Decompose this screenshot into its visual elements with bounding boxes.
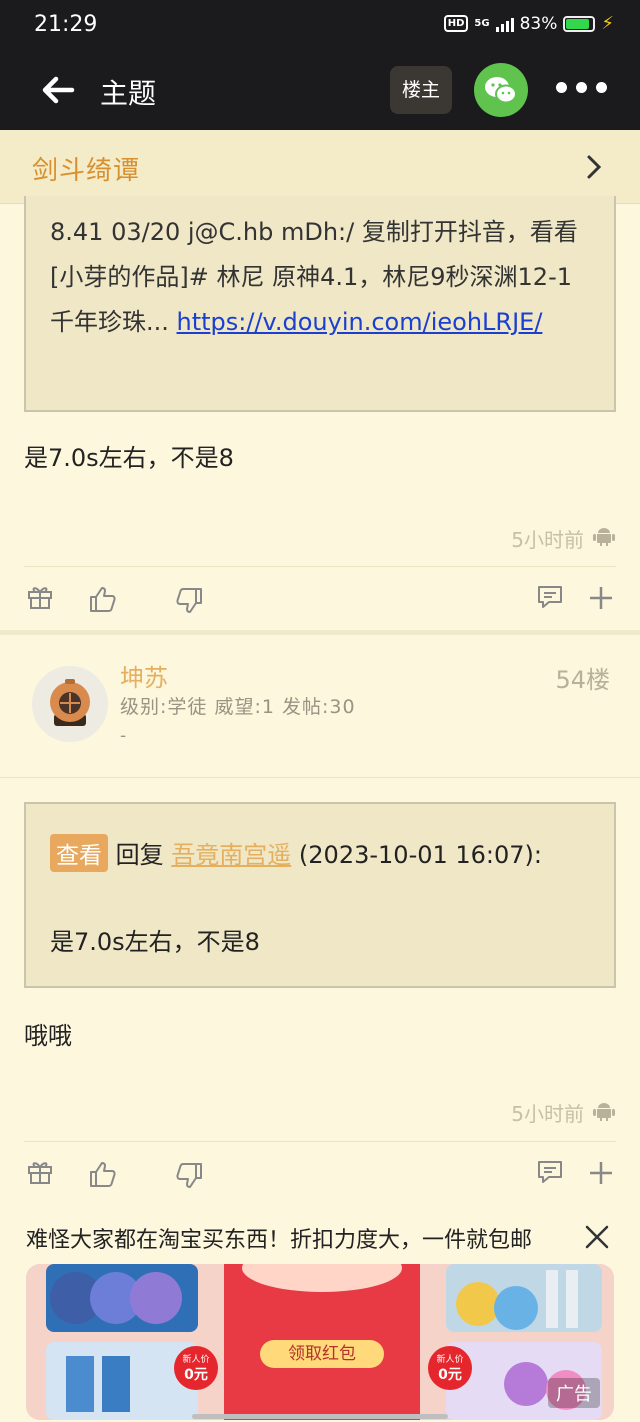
thumbs-up-icon[interactable] — [88, 1159, 118, 1189]
quote-reply-label: 回复 — [115, 841, 164, 869]
post-time: 5小时前 — [511, 1102, 584, 1126]
view-tag-button[interactable]: 查看 — [50, 834, 108, 872]
ad-image[interactable]: 领取红包 新人价 0元 新人价 0元 广告 — [26, 1264, 614, 1420]
quoted-user-link[interactable]: 吾竟南宫遥 — [171, 841, 291, 869]
username[interactable]: 坤苏 — [120, 658, 168, 693]
ad-claim-button[interactable]: 领取红包 — [260, 1340, 384, 1368]
back-arrow-icon[interactable] — [38, 70, 78, 110]
avatar[interactable] — [32, 666, 108, 742]
only-op-button[interactable]: 楼主 — [390, 66, 452, 114]
more-options-icon[interactable] — [556, 82, 607, 93]
user-meta: 级别:学徒 威望:1 发帖:30 — [120, 696, 356, 718]
douyin-link[interactable]: https://v.douyin.com/ieohLRJE/ — [177, 308, 543, 336]
post-body: 哦哦 — [24, 1022, 72, 1050]
quote-header: 查看 回复 吾竟南宫遥 (2023-10-01 16:07): — [50, 834, 590, 872]
quote-block: 查看 回复 吾竟南宫遥 (2023-10-01 16:07): 是7.0s左右，… — [24, 802, 616, 988]
thumbs-down-icon[interactable] — [174, 1161, 204, 1191]
chevron-right-icon — [587, 155, 602, 179]
wechat-share-button[interactable] — [474, 63, 528, 117]
home-indicator[interactable] — [192, 1414, 448, 1419]
divider — [24, 1141, 616, 1142]
thumbs-up-icon[interactable] — [88, 584, 118, 614]
android-icon — [593, 528, 615, 546]
gift-icon[interactable] — [26, 583, 54, 611]
hd-icon: HD — [443, 15, 469, 32]
gift-icon[interactable] — [26, 1158, 54, 1186]
add-icon[interactable] — [588, 1160, 614, 1186]
ad-badge-price: 0元 — [184, 1367, 208, 1383]
ad-banner[interactable]: 难怪大家都在淘宝买东西！折扣力度大，一件就包邮 领取红包 新人价 0元 新人价 … — [0, 1208, 640, 1422]
close-icon[interactable] — [584, 1224, 610, 1250]
ad-text[interactable]: 难怪大家都在淘宝买东西！折扣力度大，一件就包邮 — [26, 1222, 556, 1254]
charging-icon: ⚡ — [601, 13, 614, 34]
status-bar: 21:29 HD 5G 83% ⚡ — [0, 0, 640, 52]
divider — [24, 566, 616, 567]
ad-label: 广告 — [548, 1378, 600, 1408]
post-time: 5小时前 — [511, 528, 584, 552]
thumbs-down-icon[interactable] — [174, 586, 204, 616]
battery-percent: 83% — [519, 13, 558, 34]
battery-icon — [563, 15, 596, 32]
post-body: 是7.0s左右，不是8 — [24, 444, 234, 472]
quote-date: (2023-10-01 16:07): — [298, 841, 543, 869]
network-type: 5G — [474, 17, 490, 29]
ad-badge-price: 0元 — [438, 1367, 462, 1383]
forum-bar[interactable]: 剑斗绮谭 — [0, 130, 640, 204]
comment-icon[interactable] — [536, 1158, 564, 1186]
quote-body: 是7.0s左右，不是8 — [50, 928, 260, 956]
floor-number: 54楼 — [555, 666, 610, 694]
add-icon[interactable] — [588, 585, 614, 611]
app-bar: 主题 楼主 — [0, 52, 640, 130]
quote-block: 8.41 03/20 j@C.hb mDh:/ 复制打开抖音，看看[小芽的作品]… — [24, 196, 616, 412]
forum-name: 剑斗绮谭 — [32, 156, 141, 186]
comment-icon[interactable] — [536, 583, 564, 611]
page-title: 主题 — [100, 77, 157, 110]
status-icons: HD 5G 83% ⚡ — [443, 13, 614, 34]
diving-helmet-icon — [32, 666, 108, 742]
android-icon — [593, 1103, 615, 1121]
user-row: 坤苏 级别:学徒 威望:1 发帖:30 - 54楼 — [0, 636, 640, 778]
signal-icon — [495, 16, 514, 32]
user-signature: - — [120, 726, 127, 746]
status-time: 21:29 — [34, 12, 98, 37]
wechat-icon — [485, 77, 517, 104]
post-separator — [0, 630, 640, 635]
